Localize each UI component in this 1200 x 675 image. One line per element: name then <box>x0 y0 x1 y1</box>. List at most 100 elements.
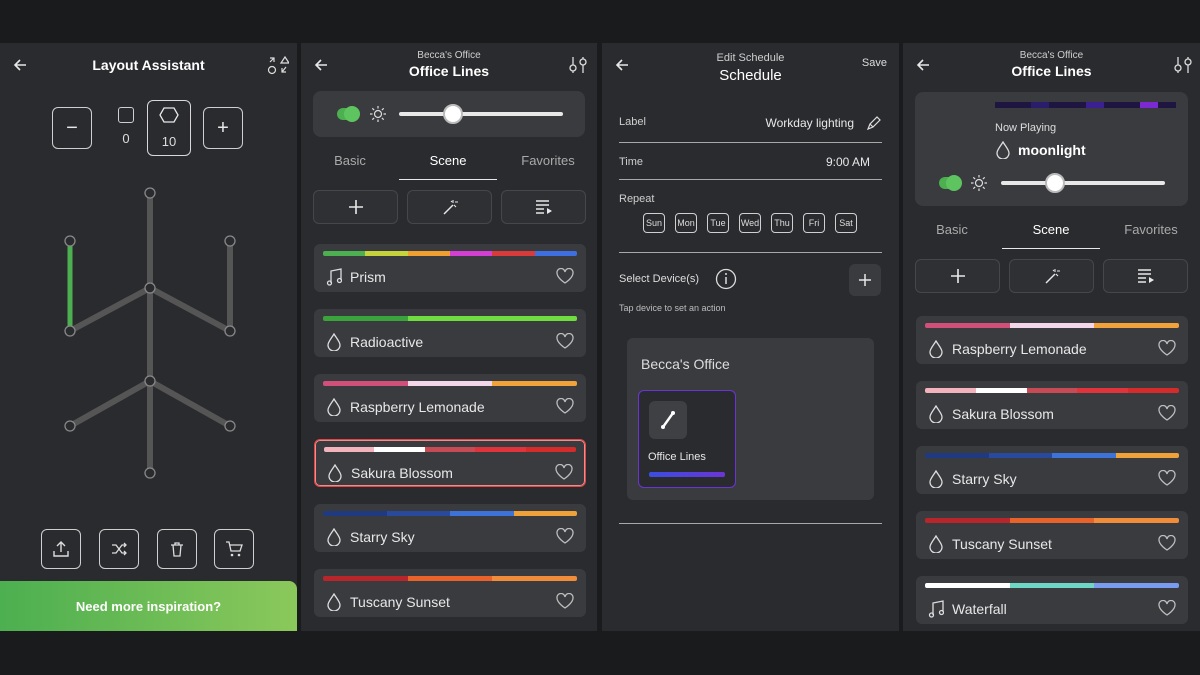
scene-card[interactable]: Raspberry Lemonade <box>314 374 586 422</box>
plus-icon <box>348 200 363 214</box>
scene-name: Prism <box>350 269 386 285</box>
select-devices-label: Select Device(s) <box>619 273 700 285</box>
heart-icon[interactable] <box>1158 470 1176 486</box>
scene-color-bar <box>323 511 577 516</box>
tap-device-hint: Tap device to set an action <box>619 303 726 313</box>
scene-name: Sakura Blossom <box>952 406 1054 422</box>
scene-card[interactable]: Starry Sky <box>314 504 586 552</box>
scene-card[interactable]: Waterfall <box>916 576 1188 624</box>
rotate-shapes-icon[interactable] <box>267 55 289 75</box>
day-thu[interactable]: Thu <box>771 213 793 233</box>
droplet-icon <box>328 464 342 482</box>
office-lines-panel-b: Becca's Office Office Lines Now Playing … <box>903 43 1200 631</box>
share-button[interactable] <box>41 529 81 569</box>
day-sun[interactable]: Sun <box>643 213 665 233</box>
info-icon[interactable] <box>715 268 737 290</box>
header: Becca's Office Office Lines <box>301 43 597 91</box>
brightness-slider[interactable] <box>399 112 563 116</box>
square-shape-icon <box>118 107 134 123</box>
droplet-icon <box>327 333 341 351</box>
power-toggle[interactable] <box>939 175 962 191</box>
page-title: Office Lines <box>1011 63 1092 79</box>
playlist-button[interactable] <box>501 190 586 224</box>
scene-card[interactable]: Starry Sky <box>916 446 1188 494</box>
tab-basic[interactable]: Basic <box>903 219 1001 249</box>
device-icon-box <box>649 401 687 439</box>
magic-scene-button[interactable] <box>407 190 492 224</box>
inspiration-button[interactable]: Need more inspiration? <box>0 581 297 631</box>
scene-color-bar <box>925 323 1179 328</box>
add-device-button[interactable] <box>849 264 881 296</box>
scene-card[interactable]: Radioactive <box>314 309 586 357</box>
day-wed[interactable]: Wed <box>739 213 761 233</box>
playlist-button[interactable] <box>1103 259 1188 293</box>
tab-basic[interactable]: Basic <box>301 150 399 180</box>
tab-scene[interactable]: Scene <box>1002 219 1100 249</box>
heart-icon[interactable] <box>1158 600 1176 616</box>
increase-button[interactable]: + <box>203 107 243 149</box>
droplet-icon <box>327 398 341 416</box>
shuffle-button[interactable] <box>99 529 139 569</box>
now-playing-card: Now Playing moonlight <box>915 92 1188 206</box>
scene-card[interactable]: Prism <box>314 244 586 292</box>
playlist-icon <box>535 200 552 214</box>
tab-scene[interactable]: Scene <box>399 150 497 180</box>
day-fri[interactable]: Fri <box>803 213 825 233</box>
heart-icon[interactable] <box>556 268 574 284</box>
scene-color-bar <box>323 251 577 256</box>
device-color-bar <box>649 472 725 477</box>
brightness-slider[interactable] <box>1001 181 1165 185</box>
heart-icon[interactable] <box>1158 535 1176 551</box>
scene-card[interactable]: Raspberry Lemonade <box>916 316 1188 364</box>
magic-scene-button[interactable] <box>1009 259 1094 293</box>
scene-card[interactable]: Sakura Blossom <box>314 439 586 487</box>
heart-icon[interactable] <box>556 593 574 609</box>
heart-icon[interactable] <box>555 464 573 480</box>
settings-sliders-icon[interactable] <box>567 55 589 75</box>
heart-icon[interactable] <box>556 333 574 349</box>
brightness-slider-knob[interactable] <box>443 104 464 124</box>
heart-icon[interactable] <box>1158 340 1176 356</box>
decrease-button[interactable]: − <box>52 107 92 149</box>
scene-card[interactable]: Tuscany Sunset <box>916 511 1188 559</box>
add-scene-button[interactable] <box>915 259 1000 293</box>
label-row[interactable]: Label Workday lighting <box>619 106 882 143</box>
droplet-icon <box>929 340 943 358</box>
heart-icon[interactable] <box>556 528 574 544</box>
power-toggle[interactable] <box>337 106 360 122</box>
hexagon-count[interactable]: 10 <box>147 100 191 156</box>
day-tue[interactable]: Tue <box>707 213 729 233</box>
brightness-slider-knob[interactable] <box>1045 173 1066 193</box>
light-line-icon <box>661 411 675 429</box>
settings-sliders-icon[interactable] <box>1172 55 1194 75</box>
device-tile-office-lines[interactable]: Office Lines <box>638 390 736 488</box>
tab-favorites[interactable]: Favorites <box>499 150 597 180</box>
power-brightness-card <box>313 91 585 137</box>
heart-icon[interactable] <box>556 398 574 414</box>
room-card: Becca's Office Office Lines <box>627 338 874 500</box>
day-mon[interactable]: Mon <box>675 213 697 233</box>
delete-button[interactable] <box>157 529 197 569</box>
time-row[interactable]: Time 9:00 AM <box>619 143 882 180</box>
scene-card[interactable]: Sakura Blossom <box>916 381 1188 429</box>
heart-icon[interactable] <box>1158 405 1176 421</box>
office-lines-panel-a: Becca's Office Office Lines Basic Scene … <box>301 43 597 631</box>
shop-button[interactable] <box>214 529 254 569</box>
save-button[interactable]: Save <box>862 57 887 69</box>
tab-favorites[interactable]: Favorites <box>1102 219 1200 249</box>
day-sat[interactable]: Sat <box>835 213 857 233</box>
magic-wand-icon <box>443 200 458 215</box>
page-subtitle: Edit Schedule <box>716 52 785 64</box>
scene-color-bar <box>925 453 1179 458</box>
droplet-icon <box>929 470 943 488</box>
cart-icon <box>226 541 243 557</box>
edit-pencil-icon[interactable] <box>866 115 882 131</box>
line-layout-canvas[interactable] <box>40 183 260 483</box>
header: Edit Schedule Schedule Save <box>602 43 899 91</box>
scene-color-bar <box>323 576 577 581</box>
scene-card[interactable]: Tuscany Sunset <box>314 569 586 617</box>
add-scene-button[interactable] <box>313 190 398 224</box>
playlist-icon <box>1137 269 1154 283</box>
scene-name: Waterfall <box>952 601 1007 617</box>
brightness-icon <box>971 175 987 191</box>
